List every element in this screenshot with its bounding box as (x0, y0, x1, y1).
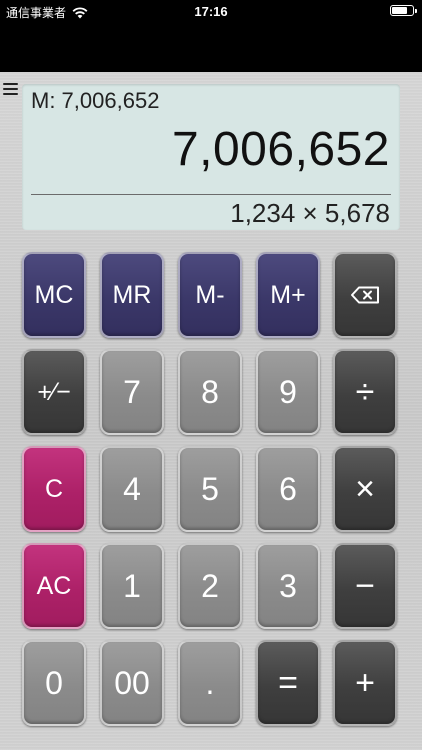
memory-readout: M: 7,006,652 (31, 88, 160, 113)
divide-button[interactable]: ÷ (333, 349, 397, 435)
digit-1-button[interactable]: 1 (100, 543, 164, 629)
main-result: 7,006,652 (171, 123, 390, 176)
calculator-display: M: 7,006,652 7,006,652 1,234 × 5,678 (22, 84, 400, 230)
minus-button[interactable]: − (333, 543, 397, 629)
calculator-app: M: 7,006,652 7,006,652 1,234 × 5,678 MC … (0, 72, 422, 750)
display-divider (31, 194, 391, 195)
mc-button[interactable]: MC (22, 252, 86, 338)
double-zero-button[interactable]: 00 (100, 640, 164, 726)
clear-button[interactable]: C (22, 446, 86, 532)
digit-7-button[interactable]: 7 (100, 349, 164, 435)
digit-9-button[interactable]: 9 (256, 349, 320, 435)
digit-4-button[interactable]: 4 (100, 446, 164, 532)
battery-fill (392, 7, 408, 14)
digit-2-button[interactable]: 2 (178, 543, 242, 629)
plus-button[interactable]: + (333, 640, 397, 726)
status-time: 17:16 (194, 4, 228, 19)
expression-readout: 1,234 × 5,678 (230, 198, 390, 228)
hamburger-menu-icon[interactable] (3, 83, 18, 97)
backspace-button[interactable] (333, 252, 397, 338)
multiply-button[interactable]: × (333, 446, 397, 532)
mr-button[interactable]: MR (100, 252, 164, 338)
sign-toggle-button[interactable]: +⁄− (22, 349, 86, 435)
status-bar: 通信事業者 17:16 (0, 0, 422, 72)
decimal-button[interactable]: . (178, 640, 242, 726)
all-clear-button[interactable]: AC (22, 543, 86, 629)
digit-0-button[interactable]: 0 (22, 640, 86, 726)
digit-5-button[interactable]: 5 (178, 446, 242, 532)
digit-8-button[interactable]: 8 (178, 349, 242, 435)
battery-icon (390, 5, 417, 16)
digit-3-button[interactable]: 3 (256, 543, 320, 629)
m-minus-button[interactable]: M- (178, 252, 242, 338)
digit-6-button[interactable]: 6 (256, 446, 320, 532)
m-plus-button[interactable]: M+ (256, 252, 320, 338)
equals-button[interactable]: = (256, 640, 320, 726)
backspace-icon (351, 286, 379, 304)
